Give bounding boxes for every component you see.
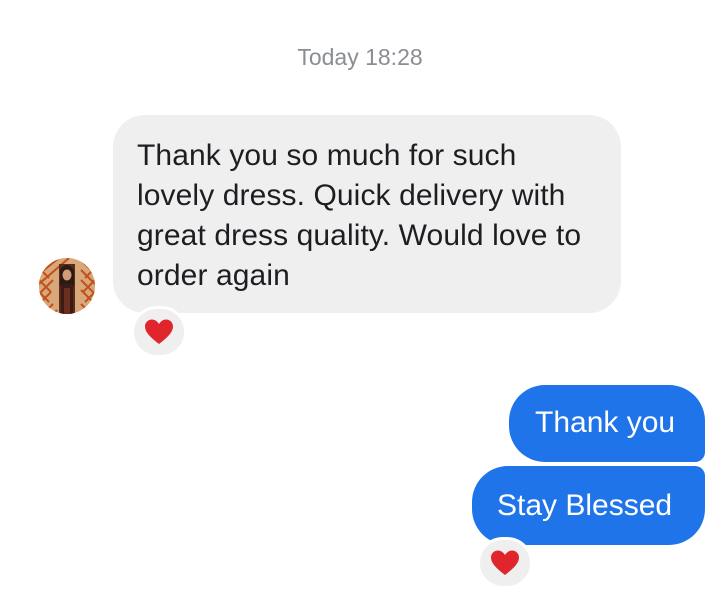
avatar-photo xyxy=(39,258,95,314)
message-reaction[interactable] xyxy=(477,537,533,589)
message-timestamp: Today 18:28 xyxy=(297,44,423,70)
sender-avatar[interactable] xyxy=(39,258,95,314)
chat-thread: Today 18:28 Thank you so much for such l… xyxy=(0,0,720,594)
heart-icon xyxy=(491,550,519,575)
message-reaction[interactable] xyxy=(131,306,187,358)
heart-icon xyxy=(145,319,173,344)
outgoing-message-bubble[interactable]: Thank you xyxy=(509,385,705,462)
outgoing-message-bubble[interactable]: Stay Blessed xyxy=(472,466,705,545)
incoming-message-bubble[interactable]: Thank you so much for such lovely dress.… xyxy=(113,115,621,313)
